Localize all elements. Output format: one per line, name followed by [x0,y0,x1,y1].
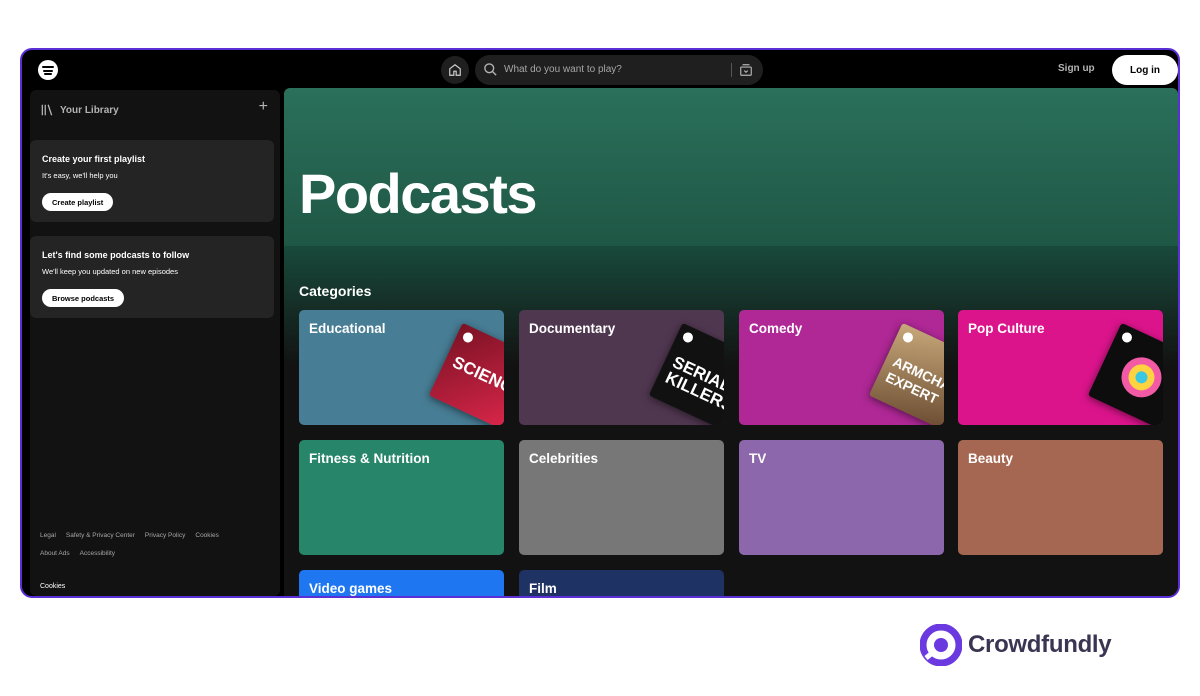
category-label: Beauty [968,451,1014,466]
category-label: Documentary [529,321,616,336]
spotify-badge-icon [461,330,475,345]
category-label: Video games [309,581,393,596]
podcast-cover-image [1087,322,1163,425]
category-label: Celebrities [529,451,599,466]
cover-title: SERIAL KILLERS [662,352,724,416]
footer-link-accessibility[interactable]: Accessibility [80,550,115,557]
brand-name: Crowdfundly [968,631,1112,658]
playlist-card-title: Create your first playlist [42,154,146,164]
footer-link-about-ads[interactable]: About Ads [40,550,70,557]
spotify-logo-icon[interactable] [38,60,58,80]
login-button[interactable]: Log in [1112,55,1178,85]
podcast-card-title: Let's find some podcasts to follow [42,250,190,260]
footer-link-cookies[interactable]: Cookies [195,532,218,539]
category-label: Pop Culture [968,321,1045,336]
footer-link-privacy[interactable]: Privacy Policy [145,532,185,539]
cookies-link[interactable]: Cookies [40,583,65,590]
search-divider [731,63,732,77]
category-tile-educational[interactable]: Educational SCIENCE VS [299,310,504,425]
category-label: Comedy [749,321,803,336]
library-title: Your Library [60,104,119,116]
search-icon [484,63,497,76]
category-tile-video-games[interactable]: Video games [299,570,504,596]
library-icon [41,104,53,116]
crowdfundly-mark-icon [920,624,962,666]
main-content: Podcasts Categories Educational SCIENCE … [284,88,1178,596]
home-button[interactable] [441,56,469,84]
colorful-hand-icon [1121,357,1162,398]
home-icon [449,64,461,76]
create-playlist-button[interactable]: Create playlist [42,193,114,211]
podcast-cover-image: SCIENCE VS [428,322,504,425]
top-bar: What do you want to play? Sign up Log in [22,50,1178,90]
hero-banner: Podcasts [284,88,1178,246]
browse-podcasts-card: Let's find some podcasts to follow We'll… [30,236,274,318]
crowdfundly-logo: Crowdfundly [920,624,1112,666]
footer-link-safety[interactable]: Safety & Privacy Center [66,532,135,539]
spotify-badge-icon [1120,330,1134,345]
playlist-card-subtitle: It's easy, we'll help you [42,171,118,180]
browse-podcasts-button[interactable]: Browse podcasts [42,289,125,307]
cover-title: SCIENCE VS [449,352,504,414]
library-sidebar: Your Library + Create your first playlis… [30,90,280,596]
app-window: What do you want to play? Sign up Log in… [20,48,1180,598]
spotify-badge-icon [681,330,695,345]
category-tile-tv[interactable]: TV [739,440,944,555]
page-title: Podcasts [299,162,538,225]
spotify-badge-icon [901,330,915,345]
category-label: Educational [309,321,386,336]
footer-link-legal[interactable]: Legal [40,532,56,539]
cover-title: ARMCHAIR EXPERT [883,353,944,407]
podcast-card-subtitle: We'll keep you updated on new episodes [42,267,178,276]
category-tile-celebrities[interactable]: Celebrities [519,440,724,555]
signup-button[interactable]: Sign up [1058,63,1095,74]
category-label: TV [749,451,767,466]
categories-heading: Categories [299,283,372,299]
category-tile-fitness[interactable]: Fitness & Nutrition [299,440,504,555]
footer-links: Legal Safety & Privacy Center Privacy Po… [40,532,219,568]
library-header[interactable]: Your Library [40,103,119,117]
podcast-cover-image: SERIAL KILLERS [648,322,724,425]
category-label: Film [529,581,557,596]
category-tile-comedy[interactable]: Comedy ARMCHAIR EXPERT [739,310,944,425]
browse-icon[interactable] [739,63,753,77]
category-label: Fitness & Nutrition [309,451,430,466]
search-bar[interactable]: What do you want to play? [475,55,763,85]
search-input[interactable]: What do you want to play? [504,64,622,75]
category-tile-documentary[interactable]: Documentary SERIAL KILLERS [519,310,724,425]
create-playlist-card: Create your first playlist It's easy, we… [30,140,274,222]
add-plus-icon[interactable]: + [259,99,268,115]
category-tile-film[interactable]: Film [519,570,724,596]
category-tile-beauty[interactable]: Beauty [958,440,1163,555]
podcast-cover-image: ARMCHAIR EXPERT [868,322,944,425]
category-tile-pop-culture[interactable]: Pop Culture [958,310,1163,425]
